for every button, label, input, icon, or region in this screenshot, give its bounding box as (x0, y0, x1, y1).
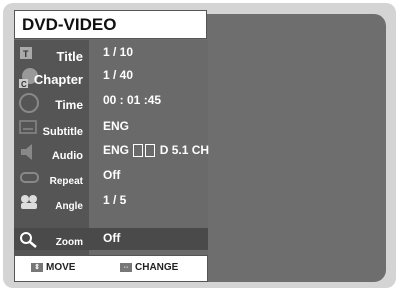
zoom-icon (18, 230, 42, 255)
info-panel: T Title 1 / 10 C Chapter 1 / 40 Time 00 … (14, 40, 210, 256)
angle-icon (18, 192, 42, 217)
row-subtitle-value: ENG (103, 119, 130, 133)
row-time-value: 00 : 01 :45 (103, 93, 162, 107)
time-icon (18, 92, 40, 119)
row-angle-label: Angle (55, 201, 83, 212)
row-angle-value: 1 / 5 (103, 193, 127, 207)
row-audio-label: Audio (51, 150, 83, 162)
row-audio-value: ENG D 5.1 CH (103, 143, 210, 158)
audio-language: ENG (103, 143, 130, 157)
row-repeat-value: Off (103, 168, 121, 182)
audio-format: D 5.1 CH (159, 143, 210, 157)
move-label: MOVE (46, 262, 76, 273)
row-zoom-value: Off (103, 231, 121, 245)
row-time[interactable]: Time 00 : 01 :45 (14, 90, 208, 114)
osd-footer: ⇕ MOVE ⇔ CHANGE (14, 255, 208, 282)
svg-text:T: T (23, 49, 29, 59)
left-right-arrow-icon: ⇔ (120, 262, 132, 272)
up-down-arrow-icon: ⇕ (31, 262, 43, 272)
row-zoom[interactable]: Zoom Off (14, 228, 208, 250)
row-repeat[interactable]: Repeat Off (14, 165, 208, 189)
row-title[interactable]: T Title 1 / 10 (14, 42, 208, 66)
osd-title-bar: DVD-VIDEO (14, 10, 207, 39)
svg-text:C: C (21, 80, 27, 89)
row-repeat-label: Repeat (49, 176, 83, 187)
row-audio[interactable]: Audio ENG D 5.1 CH (14, 140, 210, 167)
repeat-icon (18, 167, 42, 192)
change-hint: ⇔ CHANGE (120, 262, 178, 273)
row-title-label: Title (56, 49, 84, 64)
row-subtitle-label: Subtitle (42, 126, 83, 138)
row-zoom-label: Zoom (55, 237, 83, 248)
move-hint: ⇕ MOVE (31, 262, 75, 273)
audio-icon (18, 142, 42, 167)
row-subtitle[interactable]: Subtitle ENG (14, 116, 208, 140)
dolby-digital-icon (145, 144, 156, 158)
row-chapter-value: 1 / 40 (103, 68, 134, 82)
change-label: CHANGE (135, 262, 179, 273)
row-title-value: 1 / 10 (103, 45, 134, 59)
row-chapter-label: Chapter (33, 72, 83, 87)
row-angle[interactable]: Angle 1 / 5 (14, 190, 208, 214)
row-time-label: Time (55, 98, 83, 112)
row-chapter[interactable]: C Chapter 1 / 40 (14, 65, 208, 89)
osd-title: DVD-VIDEO (22, 15, 117, 34)
dolby-digital-icon (133, 144, 144, 158)
